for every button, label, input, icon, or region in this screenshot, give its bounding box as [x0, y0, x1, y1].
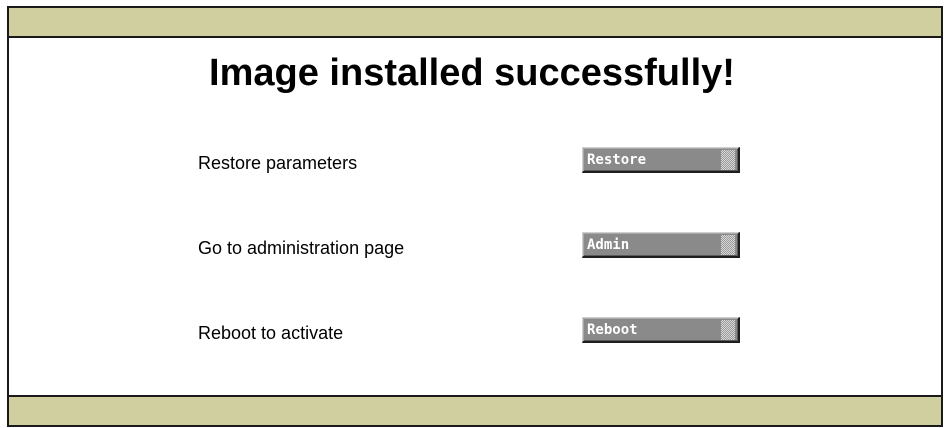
admin-page-label: Go to administration page — [198, 238, 405, 258]
page-title: Image installed successfully! — [209, 52, 735, 94]
grip-icon — [721, 235, 735, 255]
restore-button-label: Restore — [587, 152, 647, 168]
bottom-bar — [9, 395, 941, 425]
reboot-button-label: Reboot — [587, 322, 638, 338]
admin-button-label: Admin — [587, 237, 630, 253]
top-bar — [9, 8, 941, 38]
grip-icon — [721, 150, 735, 170]
reboot-label: Reboot to activate — [198, 323, 344, 343]
admin-button[interactable]: Admin — [582, 232, 740, 258]
grip-icon — [721, 320, 735, 340]
restore-parameters-label: Restore parameters — [198, 153, 358, 173]
restore-button[interactable]: Restore — [582, 147, 740, 173]
reboot-button[interactable]: Reboot — [582, 317, 740, 343]
